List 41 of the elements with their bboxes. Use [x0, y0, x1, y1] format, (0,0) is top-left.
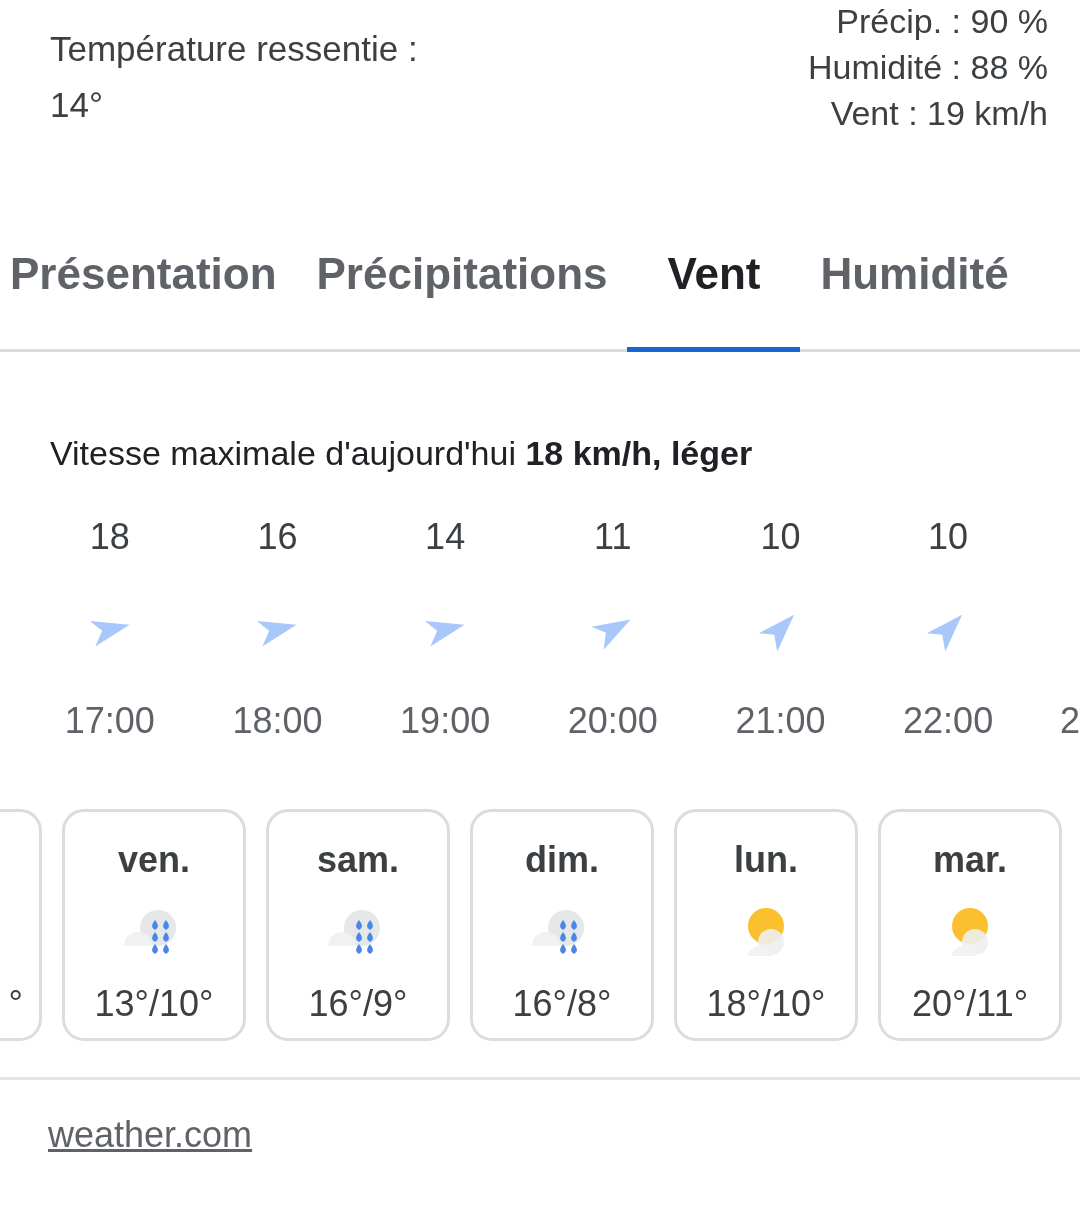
weather-stat: Humidité : 88 % — [808, 47, 1048, 88]
tab[interactable]: Vent — [627, 200, 801, 352]
hour-label: 2 — [1059, 699, 1080, 743]
wind-speed: 14 — [425, 515, 466, 559]
wind-speed: 10 — [760, 515, 801, 559]
day-name: dim. — [525, 838, 599, 882]
wind-speed: 11 — [594, 515, 632, 559]
tab[interactable]: Précipitations — [296, 200, 628, 352]
max-wind-speed-text: Vitesse maximale d'aujourd'hui 18 km/h, léger — [50, 434, 753, 472]
day-name: mar. — [932, 838, 1008, 882]
wind-speed: 10 — [928, 515, 969, 559]
day-forecast-card[interactable]: mar. 20°/11° — [878, 809, 1062, 1041]
day-forecast-card[interactable]: ° — [0, 809, 42, 1041]
hour-label: 20:00 — [567, 699, 658, 743]
wind-speed: 18 — [89, 515, 130, 559]
hour-label: 19:00 — [400, 699, 491, 743]
temperature-range: 16°/9° — [308, 982, 408, 1026]
day-name: ven. — [117, 838, 190, 882]
temperature-range: 16°/8° — [512, 982, 612, 1026]
day-forecast-card[interactable]: ven. 13°/10° — [62, 809, 246, 1041]
wind-speed: 16 — [257, 515, 298, 559]
temperature-range: 18°/10° — [706, 982, 826, 1026]
hour-label: 21:00 — [735, 699, 826, 743]
temperature-range: ° — [8, 982, 24, 1026]
weather-stat: Précip. : 90 % — [836, 1, 1048, 42]
hour-label: 22:00 — [903, 699, 994, 743]
feels-like-value: 14° — [50, 84, 104, 126]
day-forecast-card[interactable]: dim. 16°/8° — [470, 809, 654, 1041]
source-link[interactable]: weather.com — [48, 1114, 253, 1155]
day-forecast-card[interactable]: sam. 16°/9° — [266, 809, 450, 1041]
feels-like-label: Température ressentie : — [50, 28, 418, 70]
weather-stat: Vent : 19 km/h — [830, 93, 1048, 134]
temperature-range: 13°/10° — [94, 982, 214, 1026]
day-name: sam. — [316, 838, 400, 882]
hour-label: 17:00 — [64, 699, 155, 743]
temperature-range: 20°/11° — [911, 982, 1029, 1026]
day-forecast-card[interactable]: lun. 18°/10° — [674, 809, 858, 1041]
hour-label: 18:00 — [232, 699, 323, 743]
tab[interactable]: Présentation — [0, 200, 297, 352]
tab[interactable]: Humidité — [800, 200, 1029, 352]
day-name: lun. — [734, 838, 798, 882]
